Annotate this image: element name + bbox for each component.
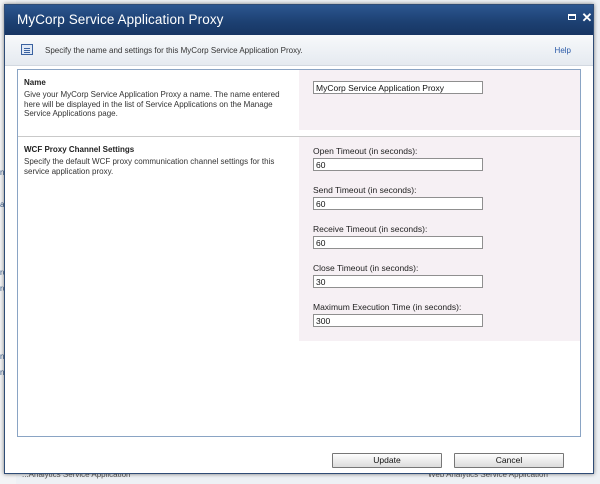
form-info-icon [21, 44, 33, 55]
open-timeout-input[interactable] [313, 158, 483, 171]
dialog-titlebar: MyCorp Service Application Proxy ✕ [5, 5, 593, 35]
receive-timeout-input[interactable] [313, 236, 483, 249]
name-section: Name Give your MyCorp Service Applicatio… [18, 70, 580, 130]
help-link[interactable]: Help [555, 46, 571, 55]
receive-timeout-label: Receive Timeout (in seconds): [313, 224, 428, 234]
update-button[interactable]: Update [332, 453, 442, 468]
send-timeout-label: Send Timeout (in seconds): [313, 185, 417, 195]
wcf-field-panel: Open Timeout (in seconds): Send Timeout … [299, 137, 580, 341]
send-timeout-input[interactable] [313, 197, 483, 210]
restore-icon[interactable] [566, 12, 578, 24]
wcf-section: Open Timeout (in seconds): Send Timeout … [18, 137, 580, 341]
form-area: Name Give your MyCorp Service Applicatio… [17, 69, 581, 437]
close-icon[interactable]: ✕ [581, 11, 593, 24]
name-section-description: Give your MyCorp Service Application Pro… [24, 90, 280, 118]
max-execution-time-label: Maximum Execution Time (in seconds): [313, 302, 462, 312]
close-timeout-label: Close Timeout (in seconds): [313, 263, 419, 273]
info-text: Specify the name and settings for this M… [45, 46, 303, 55]
close-timeout-input[interactable] [313, 275, 483, 288]
cancel-button[interactable]: Cancel [454, 453, 564, 468]
info-bar: Specify the name and settings for this M… [5, 35, 593, 66]
open-timeout-label: Open Timeout (in seconds): [313, 146, 418, 156]
max-execution-time-input[interactable] [313, 314, 483, 327]
wcf-section-title: WCF Proxy Channel Settings [24, 145, 135, 154]
wcf-section-description: Specify the default WCF proxy communicat… [24, 157, 275, 176]
dialog-title: MyCorp Service Application Proxy [17, 12, 224, 27]
name-section-title: Name [24, 78, 46, 87]
name-input[interactable] [313, 81, 483, 94]
proxy-dialog: MyCorp Service Application Proxy ✕ Speci… [4, 4, 594, 474]
name-field-panel [299, 70, 580, 130]
